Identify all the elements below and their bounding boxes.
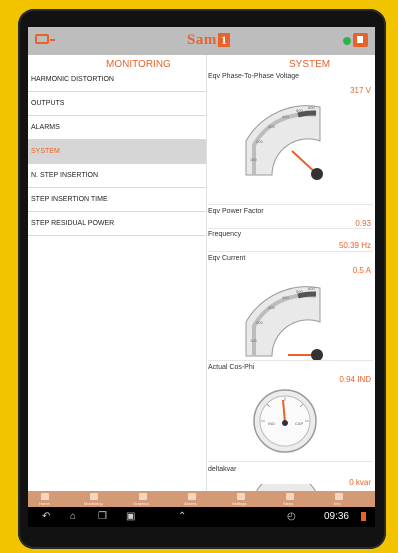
current-tick: 300 — [268, 305, 275, 310]
app-screen: Sam 1 MONITORING SYSTEM HARMONIC DISTORTI… — [28, 27, 375, 527]
menu-item-alarms[interactable]: ALARMS — [28, 116, 206, 140]
alarm-icon[interactable] — [188, 493, 196, 500]
monitor-icon[interactable] — [90, 493, 98, 500]
top-bar: Sam 1 — [28, 27, 375, 55]
current-tick: 600 — [308, 286, 315, 291]
current-tick: 500 — [296, 289, 303, 294]
nav-home-label[interactable]: Home — [39, 501, 50, 506]
app-logo: Sam 1 — [187, 32, 231, 49]
battery-icon — [361, 512, 366, 521]
cosphi-label: Actual Cos-Phi — [208, 364, 255, 371]
home-button-icon[interactable]: ⌂ — [70, 510, 76, 523]
nav-alarms-label[interactable]: Alarms — [184, 501, 196, 506]
screenshot-icon[interactable]: ▣ — [126, 510, 135, 523]
nav-info-label[interactable]: Info — [334, 501, 341, 506]
voltage-needle-hub — [311, 168, 323, 180]
voltage-tick: 600 — [308, 105, 315, 110]
back-icon[interactable]: ↶ — [42, 510, 50, 523]
separator — [208, 360, 373, 361]
power-factor-label: Eqv Power Factor — [208, 208, 264, 215]
voltage-tick: 400 — [282, 114, 289, 119]
separator — [208, 204, 373, 205]
separator — [208, 228, 373, 229]
nav-graphics-label[interactable]: Graphics — [133, 501, 149, 506]
connection-status-icon — [343, 37, 351, 45]
cosphi-ind-label: IND — [268, 421, 275, 426]
voltage-value: 317 V — [350, 86, 371, 95]
recent-apps-icon[interactable]: ❐ — [98, 510, 107, 523]
alarm-clock-icon: ◴ — [287, 511, 296, 522]
chevron-up-icon[interactable]: ⌃ — [178, 510, 186, 523]
nav-steps-label[interactable]: Steps — [283, 501, 293, 506]
cosphi-cap-label: CAP — [295, 421, 304, 426]
voltage-tick: 100 — [250, 157, 257, 162]
separator — [208, 461, 373, 462]
current-tick: 200 — [256, 320, 263, 325]
voltage-tick: 300 — [268, 124, 275, 129]
steps-icon[interactable] — [286, 493, 294, 500]
menu-item-outputs[interactable]: OUTPUTS — [28, 92, 206, 116]
system-header: SYSTEM — [289, 59, 331, 70]
cosphi-gauge: IND CAP — [253, 389, 317, 453]
current-tick: 100 — [250, 338, 257, 343]
frequency-value: 50.39 Hz — [338, 241, 371, 250]
column-divider — [206, 55, 207, 491]
menu-item-harmonic-distortion[interactable]: HARMONIC DISTORTION — [28, 68, 206, 92]
info-icon[interactable] — [335, 493, 343, 500]
graph-icon[interactable] — [139, 493, 147, 500]
menu-item-step-insertion[interactable]: N. STEP INSERTION — [28, 164, 206, 188]
deltakvar-value: 0 kvar — [349, 478, 371, 487]
deltakvar-label: deltakvar — [208, 466, 237, 473]
separator — [208, 251, 373, 252]
bottom-navigation: Home Monitoring Graphics Alarms Settings… — [28, 491, 375, 507]
voltage-tick: 500 — [296, 108, 303, 113]
power-factor-value: 0.93 — [355, 219, 371, 228]
menu-icon[interactable] — [35, 34, 55, 44]
cosphi-value: 0.94 IND — [339, 375, 371, 384]
clock: 09:36 — [323, 511, 349, 522]
menu-item-system[interactable]: SYSTEM — [28, 140, 206, 164]
current-label: Eqv Current — [208, 255, 246, 262]
android-system-bar: ↶ ⌂ ❐ ▣ ⌃ ◴ 09:36 — [28, 507, 375, 527]
settings-icon[interactable] — [237, 493, 245, 500]
monitoring-menu: HARMONIC DISTORTION OUTPUTS ALARMS SYSTE… — [28, 68, 206, 236]
frequency-label: Frequency — [208, 231, 242, 238]
voltage-gauge: 100 200 300 400 500 600 — [245, 105, 323, 180]
menu-item-step-insertion-time[interactable]: STEP INSERTION TIME — [28, 188, 206, 212]
current-gauge: 100 200 300 400 500 600 — [245, 286, 323, 361]
voltage-tick: 200 — [256, 139, 263, 144]
home-icon[interactable] — [41, 493, 49, 500]
current-tick: 400 — [282, 295, 289, 300]
cosphi-needle-hub — [282, 420, 288, 426]
nav-settings-label[interactable]: Settings — [232, 501, 246, 506]
exit-icon[interactable] — [353, 33, 368, 47]
nav-monitoring-label[interactable]: Monitoring — [84, 501, 103, 506]
voltage-label: Eqv Phase-To-Phase Voltage — [208, 73, 300, 80]
current-value: 0.5 A — [352, 266, 371, 275]
menu-item-step-residual-power[interactable]: STEP RESIDUAL POWER — [28, 212, 206, 236]
